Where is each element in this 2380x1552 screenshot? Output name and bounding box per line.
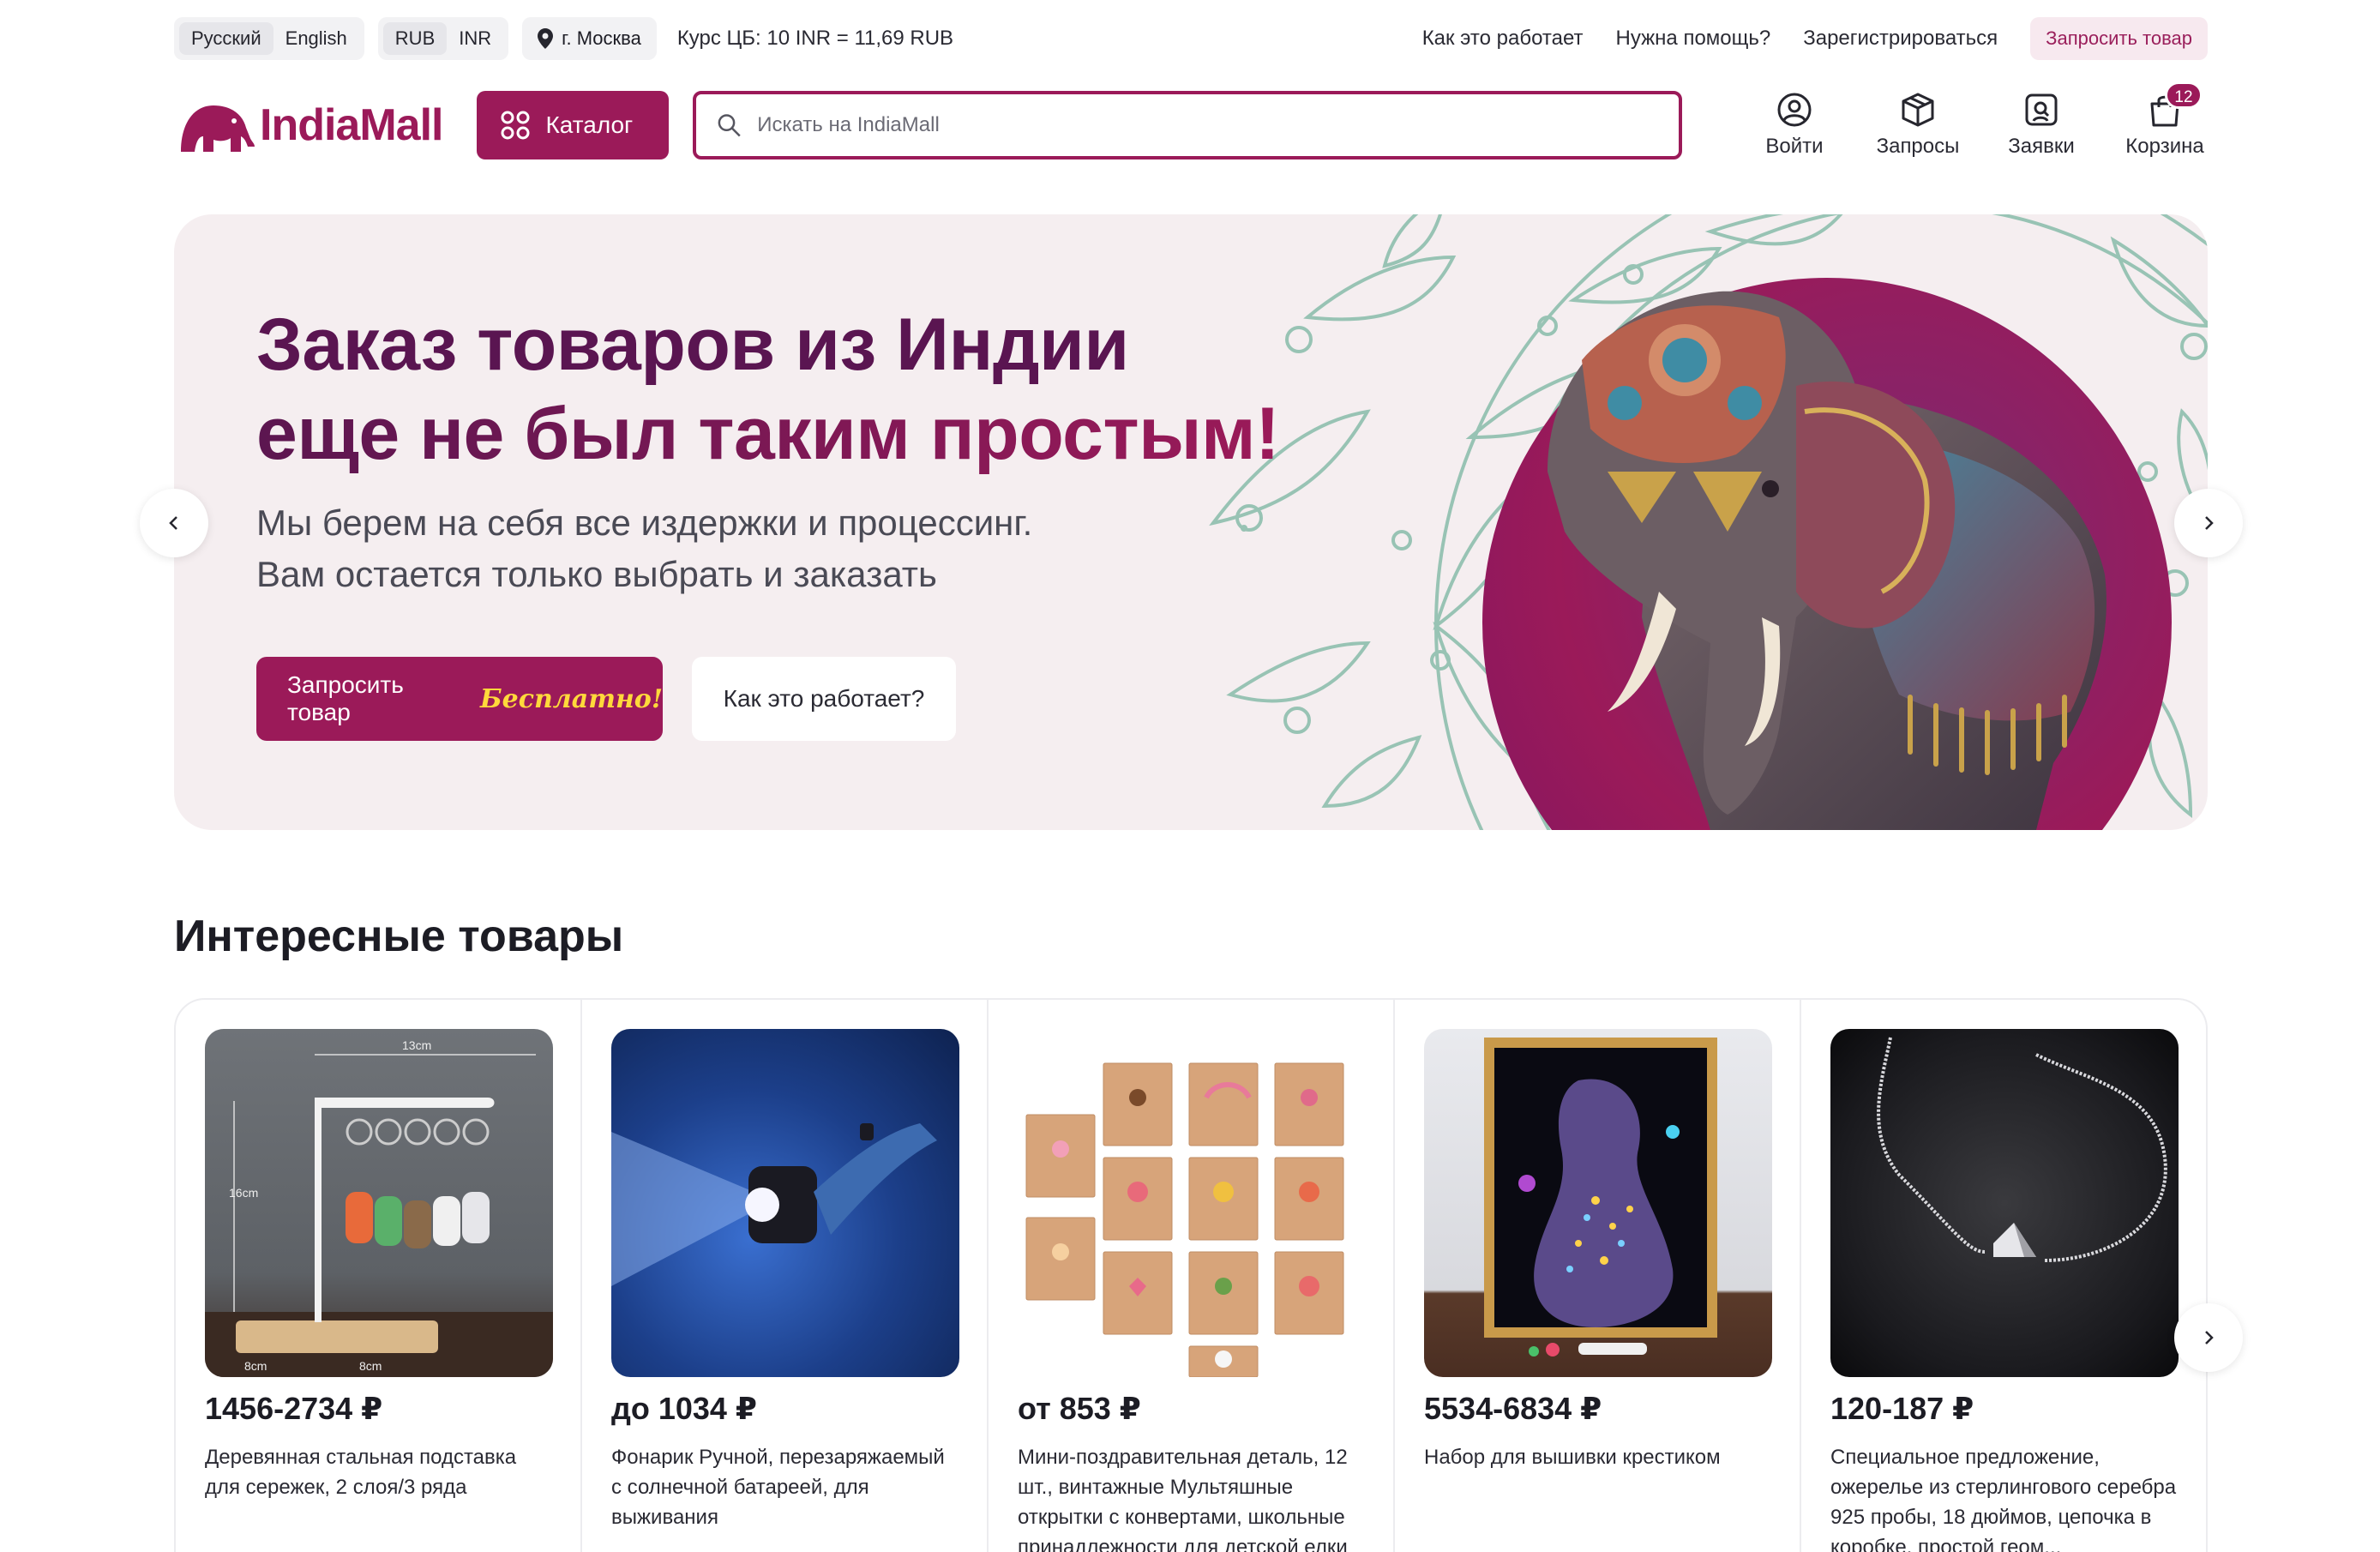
hero-how-it-works-button[interactable]: Как это работает? xyxy=(692,657,956,741)
logo-text: IndiaMall xyxy=(260,100,443,150)
grid-icon xyxy=(501,111,530,140)
products-section-title: Интересные товары xyxy=(174,911,624,961)
header-actions: Войти Запросы Заявки 12 Корзина xyxy=(1752,81,2208,159)
help-link[interactable]: Нужна помощь? xyxy=(1616,27,1771,51)
product-image: 13cm 16cm 8cm 8cm xyxy=(205,1029,553,1377)
hero-prev-button[interactable] xyxy=(140,489,208,557)
city-label: г. Москва xyxy=(562,27,641,49)
product-card[interactable]: 120-187 ₽ Специальное предложение, ожере… xyxy=(1801,1000,2206,1552)
location-pin-icon xyxy=(538,28,554,49)
login-label: Войти xyxy=(1765,135,1824,158)
products-next-button[interactable] xyxy=(2174,1303,2243,1372)
currency-switcher: RUB INR xyxy=(377,17,509,60)
hero-title-line2: еще не был таким простым! xyxy=(256,389,1280,478)
product-name: Набор для вышивки крестиком xyxy=(1424,1446,1721,1469)
orders-icon xyxy=(2025,93,2058,126)
size-label-base-right: 8cm xyxy=(359,1359,382,1373)
language-switcher: Русский English xyxy=(174,17,364,60)
lang-english[interactable]: English xyxy=(273,22,359,55)
cart-label: Корзина xyxy=(2125,135,2204,158)
search-icon xyxy=(718,114,742,137)
product-card[interactable]: до 1034 ₽ Фонарик Ручной, перезаряжаемый… xyxy=(582,1000,989,1552)
main-header: IndiaMall Каталог Войти Запросы xyxy=(174,81,2208,159)
hero-title-line1: Заказ товаров из Индии xyxy=(256,304,1129,386)
product-name: Фонарик Ручной, перезаряжаемый с солнечн… xyxy=(611,1446,945,1529)
chevron-left-icon xyxy=(169,516,177,530)
hero-title: Заказ товаров из Индии еще не был таким … xyxy=(256,300,1280,478)
hero-subtitle: Мы берем на себя все издержки и процесси… xyxy=(256,497,1199,600)
orders-button[interactable]: Заявки xyxy=(1998,92,2084,159)
logo[interactable]: IndiaMall xyxy=(174,99,443,152)
top-links: Как это работает Нужна помощь? Зарегистр… xyxy=(1422,17,2208,60)
product-image xyxy=(611,1029,959,1377)
elephant-logo-icon xyxy=(181,105,255,152)
product-name: Мини-поздравительная деталь, 12 шт., вин… xyxy=(1018,1446,1348,1552)
search-bar xyxy=(693,91,1683,159)
requests-label: Запросы xyxy=(1876,135,1960,158)
product-image xyxy=(1018,1029,1366,1377)
catalog-button[interactable]: Каталог xyxy=(477,91,670,159)
chevron-right-icon xyxy=(2205,1331,2214,1344)
hero-free-label: Бесплатно! xyxy=(480,683,663,714)
search-input[interactable] xyxy=(757,113,1659,137)
cart-count-badge: 12 xyxy=(2165,81,2203,109)
currency-rub[interactable]: RUB xyxy=(382,22,448,55)
elephant-mandala-illustration xyxy=(1209,214,2208,830)
exchange-rate: Курс ЦБ: 10 INR = 11,69 RUB xyxy=(676,27,954,50)
product-price: 120-187 ₽ xyxy=(1830,1391,1974,1426)
hero-banner: Заказ товаров из Индии еще не был таким … xyxy=(174,214,2208,830)
product-image xyxy=(1830,1029,2179,1377)
hero-subtitle-line1: Мы берем на себя все издержки и процесси… xyxy=(256,502,1033,543)
product-name: Деревянная стальная подставка для сереже… xyxy=(205,1446,517,1499)
product-name: Специальное предложение, ожерелье из сте… xyxy=(1830,1446,2177,1552)
top-bar: Русский English RUB INR г. Москва Курс Ц… xyxy=(174,17,2208,60)
size-label-width: 13cm xyxy=(402,1038,431,1052)
how-it-works-link[interactable]: Как это работает xyxy=(1422,27,1584,51)
size-label-height: 16cm xyxy=(229,1186,258,1200)
chevron-right-icon xyxy=(2205,516,2214,530)
request-product-button[interactable]: Запросить товар xyxy=(2030,17,2208,60)
product-image xyxy=(1424,1029,1772,1377)
box-icon xyxy=(1902,93,1934,127)
product-card[interactable]: 13cm 16cm 8cm 8cm 1456-2734 ₽ Деревянная… xyxy=(176,1000,582,1552)
currency-inr[interactable]: INR xyxy=(447,22,503,55)
cart-button[interactable]: 12 Корзина xyxy=(2122,81,2208,159)
hero-next-button[interactable] xyxy=(2174,489,2243,557)
orders-label: Заявки xyxy=(2008,135,2075,158)
register-link[interactable]: Зарегистрироваться xyxy=(1803,27,1998,51)
product-price: 1456-2734 ₽ xyxy=(205,1391,383,1426)
catalog-label: Каталог xyxy=(545,111,634,138)
city-selector[interactable]: г. Москва xyxy=(522,17,657,60)
product-price: от 853 ₽ xyxy=(1018,1391,1141,1426)
product-price: до 1034 ₽ xyxy=(611,1391,757,1426)
login-button[interactable]: Войти xyxy=(1752,92,1837,159)
product-card[interactable]: от 853 ₽ Мини-поздравительная деталь, 12… xyxy=(989,1000,1395,1552)
lang-russian[interactable]: Русский xyxy=(179,22,273,55)
hero-request-label: Запросить товар xyxy=(287,671,404,725)
product-carousel: 13cm 16cm 8cm 8cm 1456-2734 ₽ Деревянная… xyxy=(174,998,2208,1552)
requests-button[interactable]: Запросы xyxy=(1875,92,1961,159)
product-card[interactable]: 5534-6834 ₽ Набор для вышивки крестиком xyxy=(1395,1000,1801,1552)
hero-request-button[interactable]: Запросить товар Бесплатно! xyxy=(256,657,663,741)
size-label-base-left: 8cm xyxy=(244,1359,267,1373)
hero-subtitle-line2: Вам остается только выбрать и заказать xyxy=(256,554,937,594)
product-price: 5534-6834 ₽ xyxy=(1424,1391,1602,1426)
user-icon xyxy=(1777,93,1812,127)
